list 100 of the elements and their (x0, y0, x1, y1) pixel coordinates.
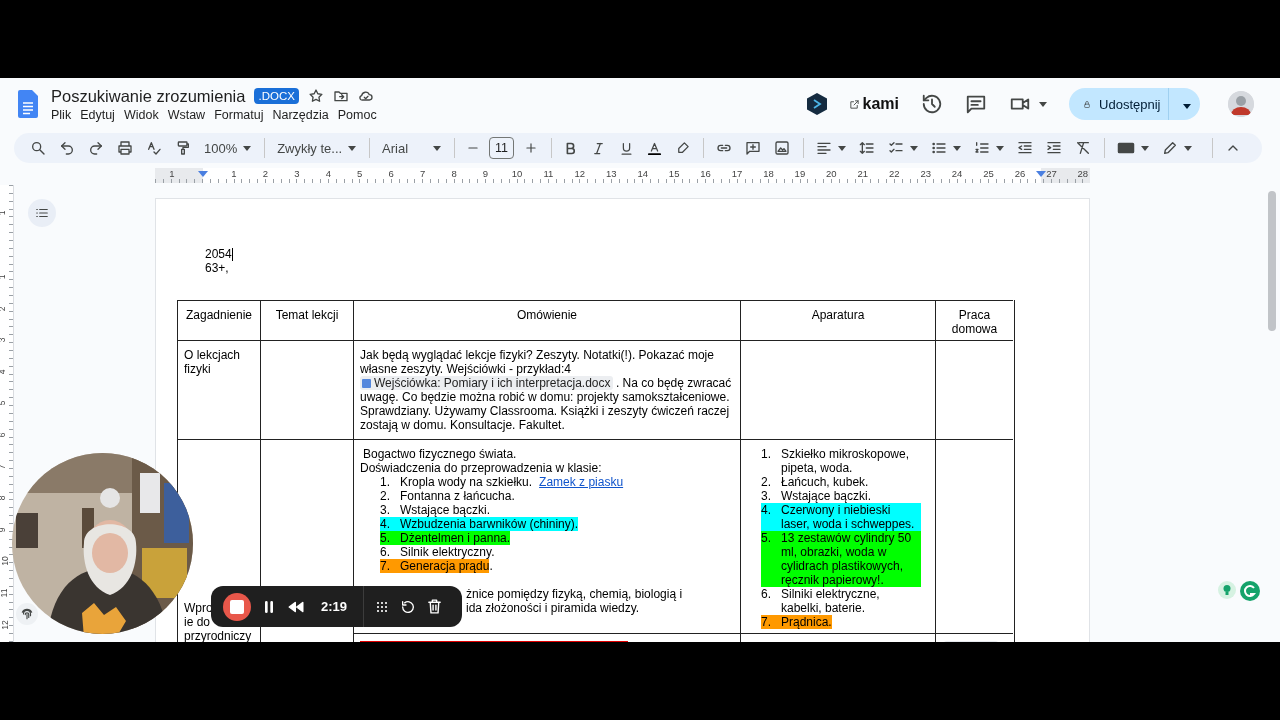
list-item: Wzbudzenia barwników (chininy). (400, 517, 579, 531)
ruler-number: 10 (0, 556, 10, 567)
ruler-number: 1 (0, 210, 8, 216)
increase-indent-icon[interactable] (1046, 140, 1063, 156)
list-item: 13 zestawów cylindry 50 ml, obrazki, woda w cylidrach plastikowych, ręcznik papierowy!. (781, 531, 921, 587)
list-number: 5. (761, 531, 781, 587)
add-comment-icon[interactable] (745, 140, 762, 156)
folder-icon[interactable] (332, 88, 349, 104)
document-title[interactable]: Poszukiwanie zrozumienia (51, 86, 246, 106)
list-item: Silnik elektryczny. (400, 545, 495, 559)
print-icon[interactable] (117, 140, 133, 156)
text-color-icon[interactable] (647, 140, 663, 156)
scrollbar[interactable] (1268, 191, 1276, 331)
highlighter-icon[interactable] (675, 140, 691, 156)
caret-icon (996, 145, 1005, 151)
lightbulb-icon[interactable] (1218, 581, 1236, 599)
bullet-list-icon (931, 140, 948, 156)
list-number: 6. (380, 545, 391, 559)
ruler-number: 18 (763, 168, 774, 179)
font-dropdown[interactable]: Arial (378, 135, 445, 161)
font-size-field[interactable]: 11 (489, 137, 514, 159)
ruler-number: 23 (920, 168, 931, 179)
column-header: Praca domowa (951, 308, 998, 336)
stop-button[interactable] (223, 592, 251, 621)
list-number: 4. (380, 517, 400, 531)
ruler-number: 17 (731, 168, 743, 179)
menu-item[interactable]: Plik (51, 107, 77, 122)
undo-icon[interactable] (59, 140, 75, 156)
ruler-number: 4 (0, 369, 8, 375)
comment-icon[interactable] (965, 93, 987, 115)
pencil-icon (1162, 140, 1179, 156)
ruler-number: 8 (451, 168, 457, 179)
hexagon-icon[interactable] (806, 93, 827, 115)
kami-button[interactable]: kami (848, 95, 899, 113)
list-number: 1. (380, 475, 391, 489)
ruler-number: 12 (0, 619, 10, 630)
assistant-icon[interactable] (1240, 581, 1260, 601)
search-icon[interactable] (30, 140, 46, 156)
table-cell-fragment: przyrodniczy (184, 629, 253, 642)
ruler-number: 8 (0, 495, 8, 501)
text-line: 63+, (205, 261, 229, 275)
ruler-number: 15 (668, 168, 680, 179)
menu-item[interactable]: Pomoc (333, 107, 382, 122)
ruler-number: 1 (231, 168, 237, 179)
menu-item[interactable]: Widok (119, 107, 164, 122)
clear-formatting-icon[interactable] (1075, 140, 1092, 156)
numbered-list-icon (974, 140, 991, 156)
ruler-number: 7 (0, 464, 8, 469)
docs-logo-icon[interactable] (18, 90, 38, 118)
redo-icon[interactable] (88, 140, 104, 156)
list-number: 7. (380, 559, 400, 573)
ruler-number: 12 (574, 168, 586, 179)
ruler-number: 14 (637, 168, 648, 179)
menu-item[interactable]: Edytuj (76, 107, 120, 122)
ruler-number: 28 (1077, 168, 1089, 179)
star-icon[interactable] (307, 88, 324, 104)
list-number: 2. (761, 475, 772, 489)
menu-item[interactable]: Formatuj (210, 107, 269, 122)
list-icon (35, 206, 49, 220)
menu-item[interactable]: Wstaw (163, 107, 211, 122)
ruler-number: 1 (169, 168, 175, 179)
indent-marker[interactable] (198, 171, 208, 177)
caret-icon (1141, 145, 1150, 151)
spellcheck-icon[interactable] (146, 140, 162, 156)
image-icon[interactable] (774, 140, 791, 156)
cell-text: Bogactwo fizycznego świata. (362, 447, 518, 461)
decrease-indent-icon[interactable] (1017, 140, 1034, 156)
list-number: 2. (380, 489, 391, 503)
indent-marker[interactable] (1036, 171, 1046, 177)
line-spacing-icon[interactable] (859, 140, 876, 156)
share-button[interactable]: Udostępnij (1069, 88, 1200, 120)
link[interactable]: Zamek z piasku (539, 475, 624, 489)
paint-format-icon[interactable] (175, 140, 191, 156)
ruler-number: 2 (262, 168, 269, 179)
caret-icon (348, 145, 357, 151)
plus-icon[interactable] (523, 141, 538, 155)
outline-button[interactable] (28, 199, 56, 227)
restart-icon[interactable] (400, 598, 417, 615)
caret-icon (243, 145, 252, 151)
ruler-number: 3 (0, 337, 8, 343)
list-item: Silniki elektryczne, kabelki, baterie. (781, 587, 881, 615)
list-item: Łańcuch, kubek. (781, 475, 869, 489)
ruler-number: 2 (0, 306, 8, 311)
file-chip[interactable]: Wejściówka: Pomiary i ich interpretacja.docx (360, 376, 613, 390)
ruler-number: 25 (983, 168, 994, 179)
list-number: 4. (761, 503, 781, 531)
zoom-dropdown[interactable]: 100% (200, 135, 256, 161)
ruler-number: 6 (0, 432, 8, 438)
list-item: Kropla wody na szkiełku. (400, 475, 533, 489)
fingerprint-button[interactable] (16, 603, 38, 625)
ruler-number: 7 (420, 168, 426, 179)
trash-icon[interactable] (426, 598, 444, 615)
menu-item[interactable]: Narzędzia (268, 107, 334, 122)
ruler-number: 21 (857, 168, 869, 179)
ruler-number: 4 (325, 168, 331, 179)
list-item: Dżentelmen i panna. (400, 531, 511, 545)
align-left-icon (816, 140, 833, 156)
style-dropdown[interactable]: Zwykły te... (273, 135, 361, 161)
history-icon[interactable] (921, 93, 943, 115)
list-number: 7. (761, 615, 781, 629)
